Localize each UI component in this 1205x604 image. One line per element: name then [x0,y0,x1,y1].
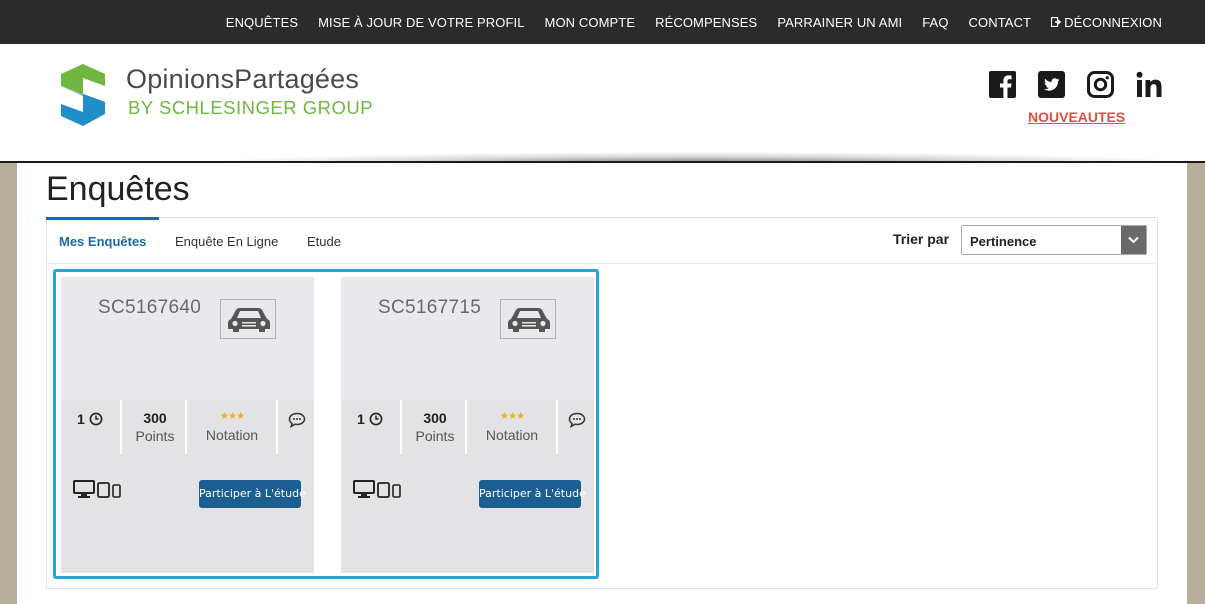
sort-dropdown[interactable]: Pertinence [961,225,1147,255]
top-navbar: ENQUÊTES MISE À JOUR DE VOTRE PROFIL MON… [0,0,1205,44]
survey-code: SC5167640 [98,297,202,318]
sort-selected-value: Pertinence [970,234,1037,249]
join-study-button[interactable]: Participer à L'étude [479,480,586,508]
instagram-icon[interactable] [1087,71,1114,98]
survey-rating: ★★★ Notation [470,410,554,443]
site-header: OpinionsPartagées BY SCHLESINGER GROUP N… [0,44,1205,164]
nav-my-account[interactable]: MON COMPTE [545,15,636,30]
smartphone-icon [392,484,401,498]
survey-rating: ★★★ Notation [190,410,274,443]
stat-divider [556,400,558,454]
nav-profile-update[interactable]: MISE À JOUR DE VOTRE PROFIL [318,15,524,30]
survey-card-header: SC5167715 [341,277,594,400]
sort-dropdown-toggle[interactable] [1121,226,1146,254]
tablet-icon [97,482,110,498]
rating-stars: ★★★ [500,411,525,422]
selected-surveys-frame: SC5167640 1 300 Points ★★★ Notation Part… [53,269,599,579]
facebook-icon[interactable] [989,71,1016,98]
news-link[interactable]: NOUVEAUTES [1028,109,1125,125]
survey-card-header: SC5167640 [61,277,314,400]
survey-stats: 1 300 Points ★★★ Notation [61,400,314,456]
supported-devices [353,480,403,498]
chevron-down-icon [1128,236,1139,244]
logout-icon [1051,17,1062,27]
car-icon [508,308,550,332]
brand-subtitle: BY SCHLESINGER GROUP [128,97,374,118]
brand-name: OpinionsPartagées [126,64,360,94]
survey-stats: 1 300 Points ★★★ Notation [341,400,594,456]
survey-card[interactable]: SC5167715 1 300 Points ★★★ Notation Part… [341,277,594,573]
nav-enquetes[interactable]: ENQUÊTES [226,15,298,30]
stat-divider [276,400,278,454]
nav-logout-label: DÉCONNEXION [1064,14,1162,30]
main-content: Enquêtes Mes Enquêtes Enquête En Ligne E… [17,163,1187,604]
survey-points-value: 300 [423,410,447,426]
sort-label: Trier par [893,231,950,247]
survey-points: 300 Points [122,410,188,444]
survey-duration: 1 [77,411,103,427]
clock-icon [369,412,383,426]
comment-bubble-icon[interactable] [288,412,306,428]
nav-refer-friend[interactable]: PARRAINER UN AMI [777,15,902,30]
surveys-panel: Mes Enquêtes Enquête En Ligne Etude Trie… [46,217,1158,589]
smartphone-icon [112,484,121,498]
social-links [989,71,1163,98]
survey-points-value: 300 [143,410,167,426]
survey-rating-label: Notation [205,427,259,443]
desktop-icon [353,480,375,498]
join-study-button[interactable]: Participer à L'étude [199,480,306,508]
survey-duration: 1 [357,411,383,427]
nav-logout[interactable]: DÉCONNEXION [1051,15,1162,30]
car-icon [228,308,270,332]
survey-rating-label: Notation [485,427,539,443]
survey-points-label: Points [415,428,455,444]
brand-logo-icon[interactable] [61,64,105,126]
survey-tabs: Mes Enquêtes Enquête En Ligne Etude Trie… [47,218,1157,264]
survey-points: 300 Points [402,410,468,444]
survey-code: SC5167715 [378,297,482,318]
title-underline [46,217,159,220]
twitter-icon[interactable] [1038,71,1065,98]
nav-faq[interactable]: FAQ [922,15,948,30]
page-title: Enquêtes [46,170,190,208]
survey-category-tile [500,299,556,339]
tablet-icon [377,482,390,498]
survey-card[interactable]: SC5167640 1 300 Points ★★★ Notation Part… [61,277,314,573]
tab-study[interactable]: Etude [307,234,341,249]
tab-my-surveys[interactable]: Mes Enquêtes [59,234,146,249]
top-nav-menu: ENQUÊTES MISE À JOUR DE VOTRE PROFIL MON… [226,0,1162,44]
survey-duration-value: 1 [77,411,85,427]
nav-rewards[interactable]: RÉCOMPENSES [655,15,757,30]
supported-devices [73,480,123,498]
survey-category-tile [220,299,276,339]
rating-stars: ★★★ [220,411,245,422]
survey-duration-value: 1 [357,411,365,427]
tab-online-survey[interactable]: Enquête En Ligne [175,234,278,249]
desktop-icon [73,480,95,498]
clock-icon [89,412,103,426]
linkedin-icon[interactable] [1136,71,1163,98]
comment-bubble-icon[interactable] [568,412,586,428]
nav-contact[interactable]: CONTACT [969,15,1032,30]
survey-points-label: Points [135,428,175,444]
